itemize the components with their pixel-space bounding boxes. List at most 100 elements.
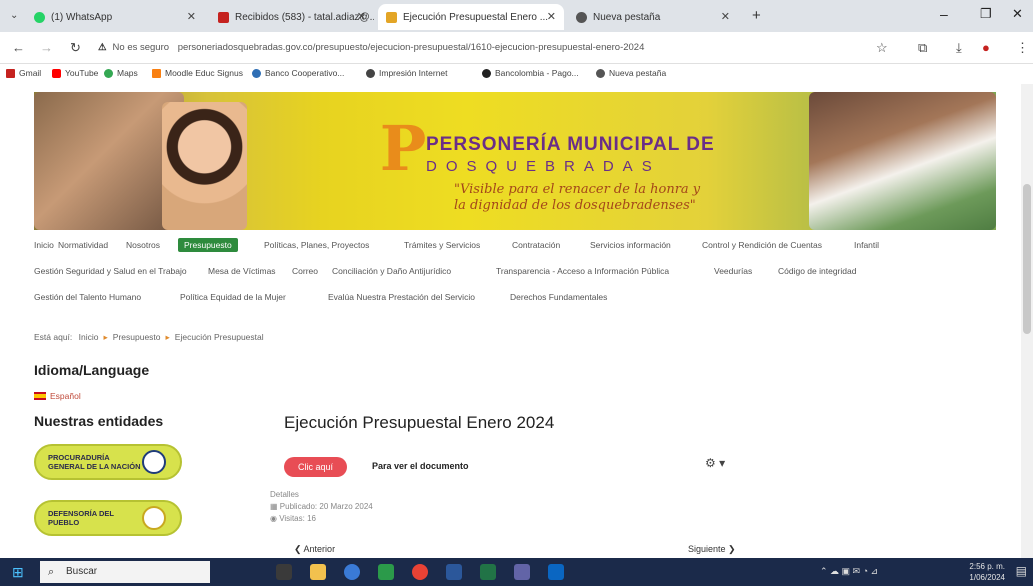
chrome-icon[interactable] [412, 564, 428, 580]
address-bar-row: ← → ↻ ⚠ No es seguro personeriadosquebrad… [0, 32, 1033, 64]
details-date: Publicado: 20 Marzo 2024 [279, 502, 373, 511]
search-icon: ⌕ [48, 566, 55, 578]
next-article-link[interactable]: Siguiente ❯ [688, 544, 736, 555]
teams-icon[interactable] [514, 564, 530, 580]
entity-defensoria[interactable]: DEFENSORÍA DEL PUEBLO [34, 500, 182, 536]
details-hits: ◉ Visitas: 16 [270, 513, 373, 525]
tab-gmail[interactable]: Recibidos (583) - tatal.adiaz@... ✕ [210, 4, 374, 30]
reload-icon[interactable]: ↻ [70, 40, 81, 56]
windows-taskbar: ⊞ ⌕ Buscar ⌃ ☁ ▣ ✉ ◔ ⊿ 2:56 p. m. 1/06/2… [0, 558, 1033, 586]
menu-item-veedurias[interactable]: Veedurías [714, 266, 752, 276]
menu-item-conciliacion[interactable]: Conciliación y Daño Antijurídico [332, 266, 451, 276]
breadcrumb-separator-icon: ▸ [165, 332, 170, 342]
gear-icon[interactable]: ⚙ ▾ [705, 456, 725, 470]
menu-item-derechos-fundamentales[interactable]: Derechos Fundamentales [510, 292, 607, 302]
minimize-button[interactable]: – [940, 6, 948, 22]
globe-icon [366, 68, 375, 78]
extensions-icon[interactable]: ⧉ [918, 40, 927, 56]
edge-icon[interactable] [344, 564, 360, 580]
tab-search-chevron-icon[interactable]: ⌄ [10, 10, 18, 21]
bookmark-gmail[interactable]: Gmail [6, 68, 41, 78]
system-tray-icons[interactable]: ⌃ ☁ ▣ ✉ ◔ ⊿ [820, 566, 878, 577]
open-document-button[interactable]: Clic aquí [284, 457, 348, 477]
calendar-icon: ▦ [270, 502, 280, 511]
file-explorer-icon[interactable] [310, 564, 326, 580]
menu-item-tramites[interactable]: Trámites y Servicios [404, 240, 480, 250]
bookmark-youtube[interactable]: YouTube [52, 68, 98, 78]
menu-item-contratacion[interactable]: Contratación [512, 240, 560, 250]
scrollbar-thumb[interactable] [1023, 184, 1031, 334]
child-photo [162, 102, 247, 230]
bookmark-nueva-pestana[interactable]: Nueva pestaña [596, 68, 666, 78]
back-arrow-icon[interactable]: ← [12, 40, 25, 55]
menu-item-equidad-mujer[interactable]: Política Equidad de la Mujer [180, 292, 286, 302]
profile-icon[interactable]: ● [982, 40, 990, 55]
taskbar-clock[interactable]: 2:56 p. m. 1/06/2024 [969, 561, 1005, 583]
menu-item-control-rendicion[interactable]: Control y Rendición de Cuentas [702, 240, 822, 250]
details-published: ▦ Publicado: 20 Marzo 2024 [270, 501, 373, 513]
entity-procuraduria[interactable]: PROCURADURÍA GENERAL DE LA NACIÓN [34, 444, 182, 480]
breadcrumb-item-presupuesto[interactable]: Presupuesto [113, 332, 161, 342]
menu-item-servicios-informacion[interactable]: Servicios información [590, 240, 671, 250]
menu-item-transparencia[interactable]: Transparencia - Acceso a Información Púb… [496, 266, 669, 276]
menu-item-politicas[interactable]: Políticas, Planes, Proyectos [264, 240, 369, 250]
menu-item-nosotros[interactable]: Nosotros [126, 240, 160, 250]
close-icon[interactable]: ✕ [357, 10, 366, 23]
site-banner[interactable]: P PERSONERÍA MUNICIPAL DE DOSQUEBRADAS "… [34, 92, 996, 230]
menu-item-infantil[interactable]: Infantil [854, 240, 879, 250]
menu-item-presupuesto[interactable]: Presupuesto [178, 238, 238, 252]
tab-ejecucion-presupuestal[interactable]: Ejecución Presupuestal Enero ... ✕ [378, 4, 564, 30]
menu-item-codigo-integridad[interactable]: Código de integridad [778, 266, 856, 276]
store-icon[interactable] [378, 564, 394, 580]
previous-article-link[interactable]: ❮ Anterior [294, 544, 335, 555]
slogan: "Visible para el renacer de la honra y l… [454, 182, 700, 214]
bookmark-maps[interactable]: Maps [104, 68, 138, 78]
taskbar-search[interactable]: ⌕ Buscar [40, 561, 210, 583]
chevron-right-icon: ❯ [725, 544, 736, 554]
menu-kebab-icon[interactable]: ⋮ [1016, 40, 1029, 56]
chevron-left-icon: ❮ [294, 544, 304, 554]
org-name-line1: PERSONERÍA MUNICIPAL DE [426, 134, 715, 155]
search-label: Buscar [66, 566, 98, 577]
menu-item-correo[interactable]: Correo [292, 266, 318, 276]
new-tab-button[interactable]: + [752, 7, 761, 24]
breadcrumb-separator-icon: ▸ [103, 332, 108, 342]
forward-arrow-icon[interactable]: → [40, 40, 53, 55]
url-field[interactable]: ⚠ No es seguro personeriadosquebradas.gov… [98, 38, 858, 58]
menu-item-talento-humano[interactable]: Gestión del Talento Humano [34, 292, 141, 302]
page-scrollbar[interactable] [1021, 84, 1033, 558]
defensoria-seal-icon [142, 506, 166, 530]
maximize-button[interactable]: ❐ [980, 6, 992, 22]
tab-new-tab[interactable]: Nueva pestaña ✕ [568, 4, 738, 30]
outlook-icon[interactable] [548, 564, 564, 580]
close-icon[interactable]: ✕ [187, 10, 196, 23]
breadcrumb-item-inicio[interactable]: Inicio [79, 332, 99, 342]
excel-icon[interactable] [480, 564, 496, 580]
close-icon[interactable]: ✕ [721, 10, 730, 23]
bookmark-banco-cooperativo[interactable]: Banco Cooperativo... [252, 68, 344, 78]
download-icon[interactable]: ⤓ [956, 40, 962, 56]
article-details: Detalles ▦ Publicado: 20 Marzo 2024 ◉ Vi… [270, 489, 373, 525]
gmail-icon [218, 11, 229, 23]
moodle-icon [152, 68, 161, 78]
bookmark-label: Bancolombia - Pago... [495, 68, 579, 78]
menu-item-seguridad-salud[interactable]: Gestión Seguridad y Salud en el Trabajo [34, 266, 187, 276]
family-photo [809, 92, 996, 230]
windows-start-icon[interactable]: ⊞ [12, 564, 24, 581]
bookmark-bancolombia[interactable]: Bancolombia - Pago... [482, 68, 579, 78]
task-view-icon[interactable] [276, 564, 292, 580]
bookmark-star-icon[interactable]: ☆ [876, 40, 888, 56]
tab-whatsapp[interactable]: (1) WhatsApp ✕ [26, 4, 204, 30]
bookmark-moodle[interactable]: Moodle Educ Signus [152, 68, 243, 78]
menu-item-inicio[interactable]: Inicio [34, 240, 54, 250]
bookmark-impresion-internet[interactable]: Impresión Internet [366, 68, 448, 78]
word-icon[interactable] [446, 564, 462, 580]
close-window-button[interactable]: ✕ [1012, 6, 1023, 22]
bookmark-label: Maps [117, 68, 138, 78]
close-icon[interactable]: ✕ [547, 10, 556, 23]
menu-item-evalua-servicio[interactable]: Evalúa Nuestra Prestación del Servicio [328, 292, 475, 302]
language-selector[interactable]: Español [34, 391, 81, 401]
menu-item-normatividad[interactable]: Normatividad [58, 240, 108, 250]
notifications-icon[interactable]: ▤ [1016, 564, 1027, 578]
menu-item-mesa-victimas[interactable]: Mesa de Víctimas [208, 266, 276, 276]
